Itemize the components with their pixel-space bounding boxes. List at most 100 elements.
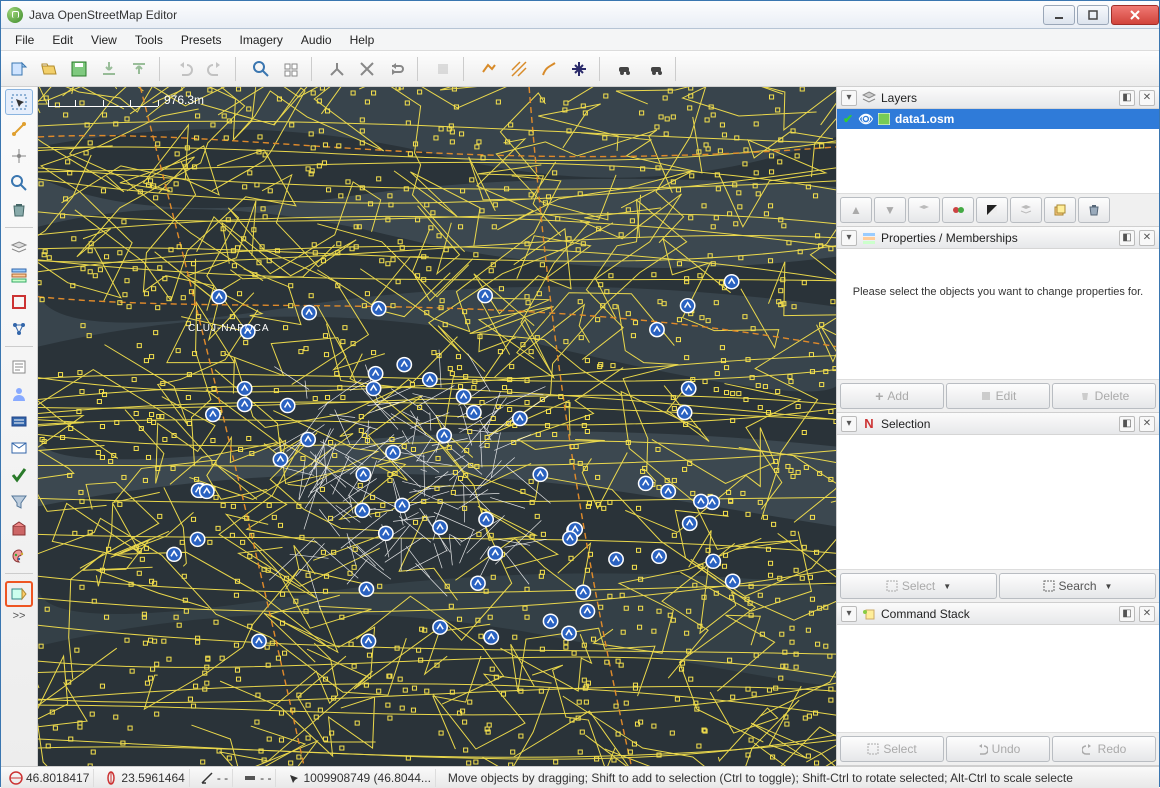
history-toggle[interactable] (5, 408, 33, 434)
menu-imagery[interactable]: Imagery (232, 31, 291, 49)
audio-back-button[interactable] (611, 55, 639, 83)
more-tools[interactable]: >> (13, 610, 26, 622)
redo-button[interactable] (201, 55, 229, 83)
relations-toggle[interactable] (5, 316, 33, 342)
separator (463, 57, 469, 81)
menu-presets[interactable]: Presets (173, 31, 230, 49)
align-circle-button[interactable] (429, 55, 457, 83)
minimize-button[interactable] (1043, 5, 1075, 25)
conflict-toggle[interactable] (5, 435, 33, 461)
status-lon: 23.5961464 (100, 769, 189, 787)
selection-list[interactable] (837, 435, 1159, 569)
layers-toggle[interactable] (5, 235, 33, 261)
main-toolbar (1, 51, 1159, 87)
menu-help[interactable]: Help (342, 31, 383, 49)
select-button[interactable]: Select▼ (840, 573, 997, 599)
preferences-button[interactable] (277, 55, 305, 83)
save-button[interactable] (65, 55, 93, 83)
layer-item[interactable]: ✔ 👁 data1.osm (837, 109, 1159, 129)
undo-button[interactable] (171, 55, 199, 83)
cmdstack-select-button[interactable]: Select (840, 736, 944, 762)
mapstyle-toggle[interactable] (5, 543, 33, 569)
validator-toggle[interactable] (5, 462, 33, 488)
download-button[interactable] (95, 55, 123, 83)
layers-list[interactable]: ✔ 👁 data1.osm (837, 109, 1159, 193)
authors-toggle[interactable] (5, 381, 33, 407)
cmdstack-toggle[interactable] (5, 354, 33, 380)
add-tag-button[interactable]: +Add (840, 383, 944, 409)
cmdstack-header[interactable]: ▾ Command Stack ◧ ✕ (837, 603, 1159, 625)
search-button[interactable] (247, 55, 275, 83)
search-button[interactable]: Search▼ (999, 573, 1156, 599)
properties-title: Properties / Memberships (881, 231, 1115, 245)
zoom-tool[interactable] (5, 170, 33, 196)
maximize-button[interactable] (1077, 5, 1109, 25)
pin-icon[interactable]: ◧ (1119, 90, 1135, 106)
wireframe-button[interactable] (475, 55, 503, 83)
separator (311, 57, 317, 81)
split-way-button[interactable] (323, 55, 351, 83)
changeset-toggle[interactable] (5, 516, 33, 542)
lasso-tool[interactable] (5, 116, 33, 142)
layer-visible-icon[interactable]: 👁 (859, 112, 873, 126)
cmdstack-redo-button[interactable]: Redo (1052, 736, 1156, 762)
properties-header[interactable]: ▾ Properties / Memberships ◧ ✕ (837, 227, 1159, 249)
layer-duplicate-button[interactable] (1044, 197, 1076, 223)
cmdstack-list[interactable] (837, 625, 1159, 732)
layers-header[interactable]: ▾ Layers ◧ ✕ (837, 87, 1159, 109)
layer-showhide-button[interactable] (942, 197, 974, 223)
new-layer-button[interactable] (5, 55, 33, 83)
menu-edit[interactable]: Edit (44, 31, 81, 49)
selection-title: Selection (881, 417, 1115, 431)
filter-toggle[interactable] (5, 489, 33, 515)
map-canvas[interactable]: 976.3m CLUJ-NAPOCA (38, 87, 836, 766)
layer-delete-button[interactable] (1078, 197, 1110, 223)
menu-view[interactable]: View (83, 31, 125, 49)
pan-button[interactable] (565, 55, 593, 83)
separator (599, 57, 605, 81)
close-panel-icon[interactable]: ✕ (1139, 606, 1155, 622)
layer-merge-button[interactable] (1010, 197, 1042, 223)
draw-button[interactable] (535, 55, 563, 83)
collapse-icon[interactable]: ▾ (841, 230, 857, 246)
status-heading: - - (196, 769, 233, 787)
reverse-way-button[interactable] (383, 55, 411, 83)
audio-fwd-button[interactable] (641, 55, 669, 83)
upload-button[interactable] (125, 55, 153, 83)
hatch-button[interactable] (505, 55, 533, 83)
layer-down-button[interactable]: ▼ (874, 197, 906, 223)
collapse-icon[interactable]: ▾ (841, 90, 857, 106)
collapse-icon[interactable]: ▾ (841, 606, 857, 622)
properties-toggle[interactable] (5, 262, 33, 288)
close-panel-icon[interactable]: ✕ (1139, 230, 1155, 246)
separator (5, 573, 33, 577)
layer-up-button[interactable]: ▲ (840, 197, 872, 223)
close-panel-icon[interactable]: ✕ (1139, 90, 1155, 106)
close-panel-icon[interactable]: ✕ (1139, 416, 1155, 432)
pin-icon[interactable]: ◧ (1119, 230, 1135, 246)
cmdstack-title: Command Stack (881, 607, 1115, 621)
status-lat: 46.8018417 (5, 769, 94, 787)
pin-icon[interactable]: ◧ (1119, 416, 1135, 432)
delete-tag-button[interactable]: Delete (1052, 383, 1156, 409)
close-button[interactable] (1111, 5, 1159, 25)
menu-file[interactable]: File (7, 31, 42, 49)
city-label: CLUJ-NAPOCA (188, 323, 270, 334)
cmdstack-undo-button[interactable]: Undo (946, 736, 1050, 762)
edit-tag-button[interactable]: Edit (946, 383, 1050, 409)
selection-buttons: Select▼ Search▼ (837, 569, 1159, 602)
delete-tool[interactable] (5, 197, 33, 223)
layer-activate-button[interactable] (908, 197, 940, 223)
selection-toggle[interactable] (5, 289, 33, 315)
menu-audio[interactable]: Audio (293, 31, 340, 49)
combine-way-button[interactable] (353, 55, 381, 83)
menu-tools[interactable]: Tools (127, 31, 171, 49)
highlighted-tool[interactable] (5, 581, 33, 607)
selection-header[interactable]: ▾ N Selection ◧ ✕ (837, 413, 1159, 435)
pin-icon[interactable]: ◧ (1119, 606, 1135, 622)
draw-node-tool[interactable] (5, 143, 33, 169)
layer-opacity-button[interactable] (976, 197, 1008, 223)
collapse-icon[interactable]: ▾ (841, 416, 857, 432)
open-button[interactable] (35, 55, 63, 83)
select-tool[interactable] (5, 89, 33, 115)
